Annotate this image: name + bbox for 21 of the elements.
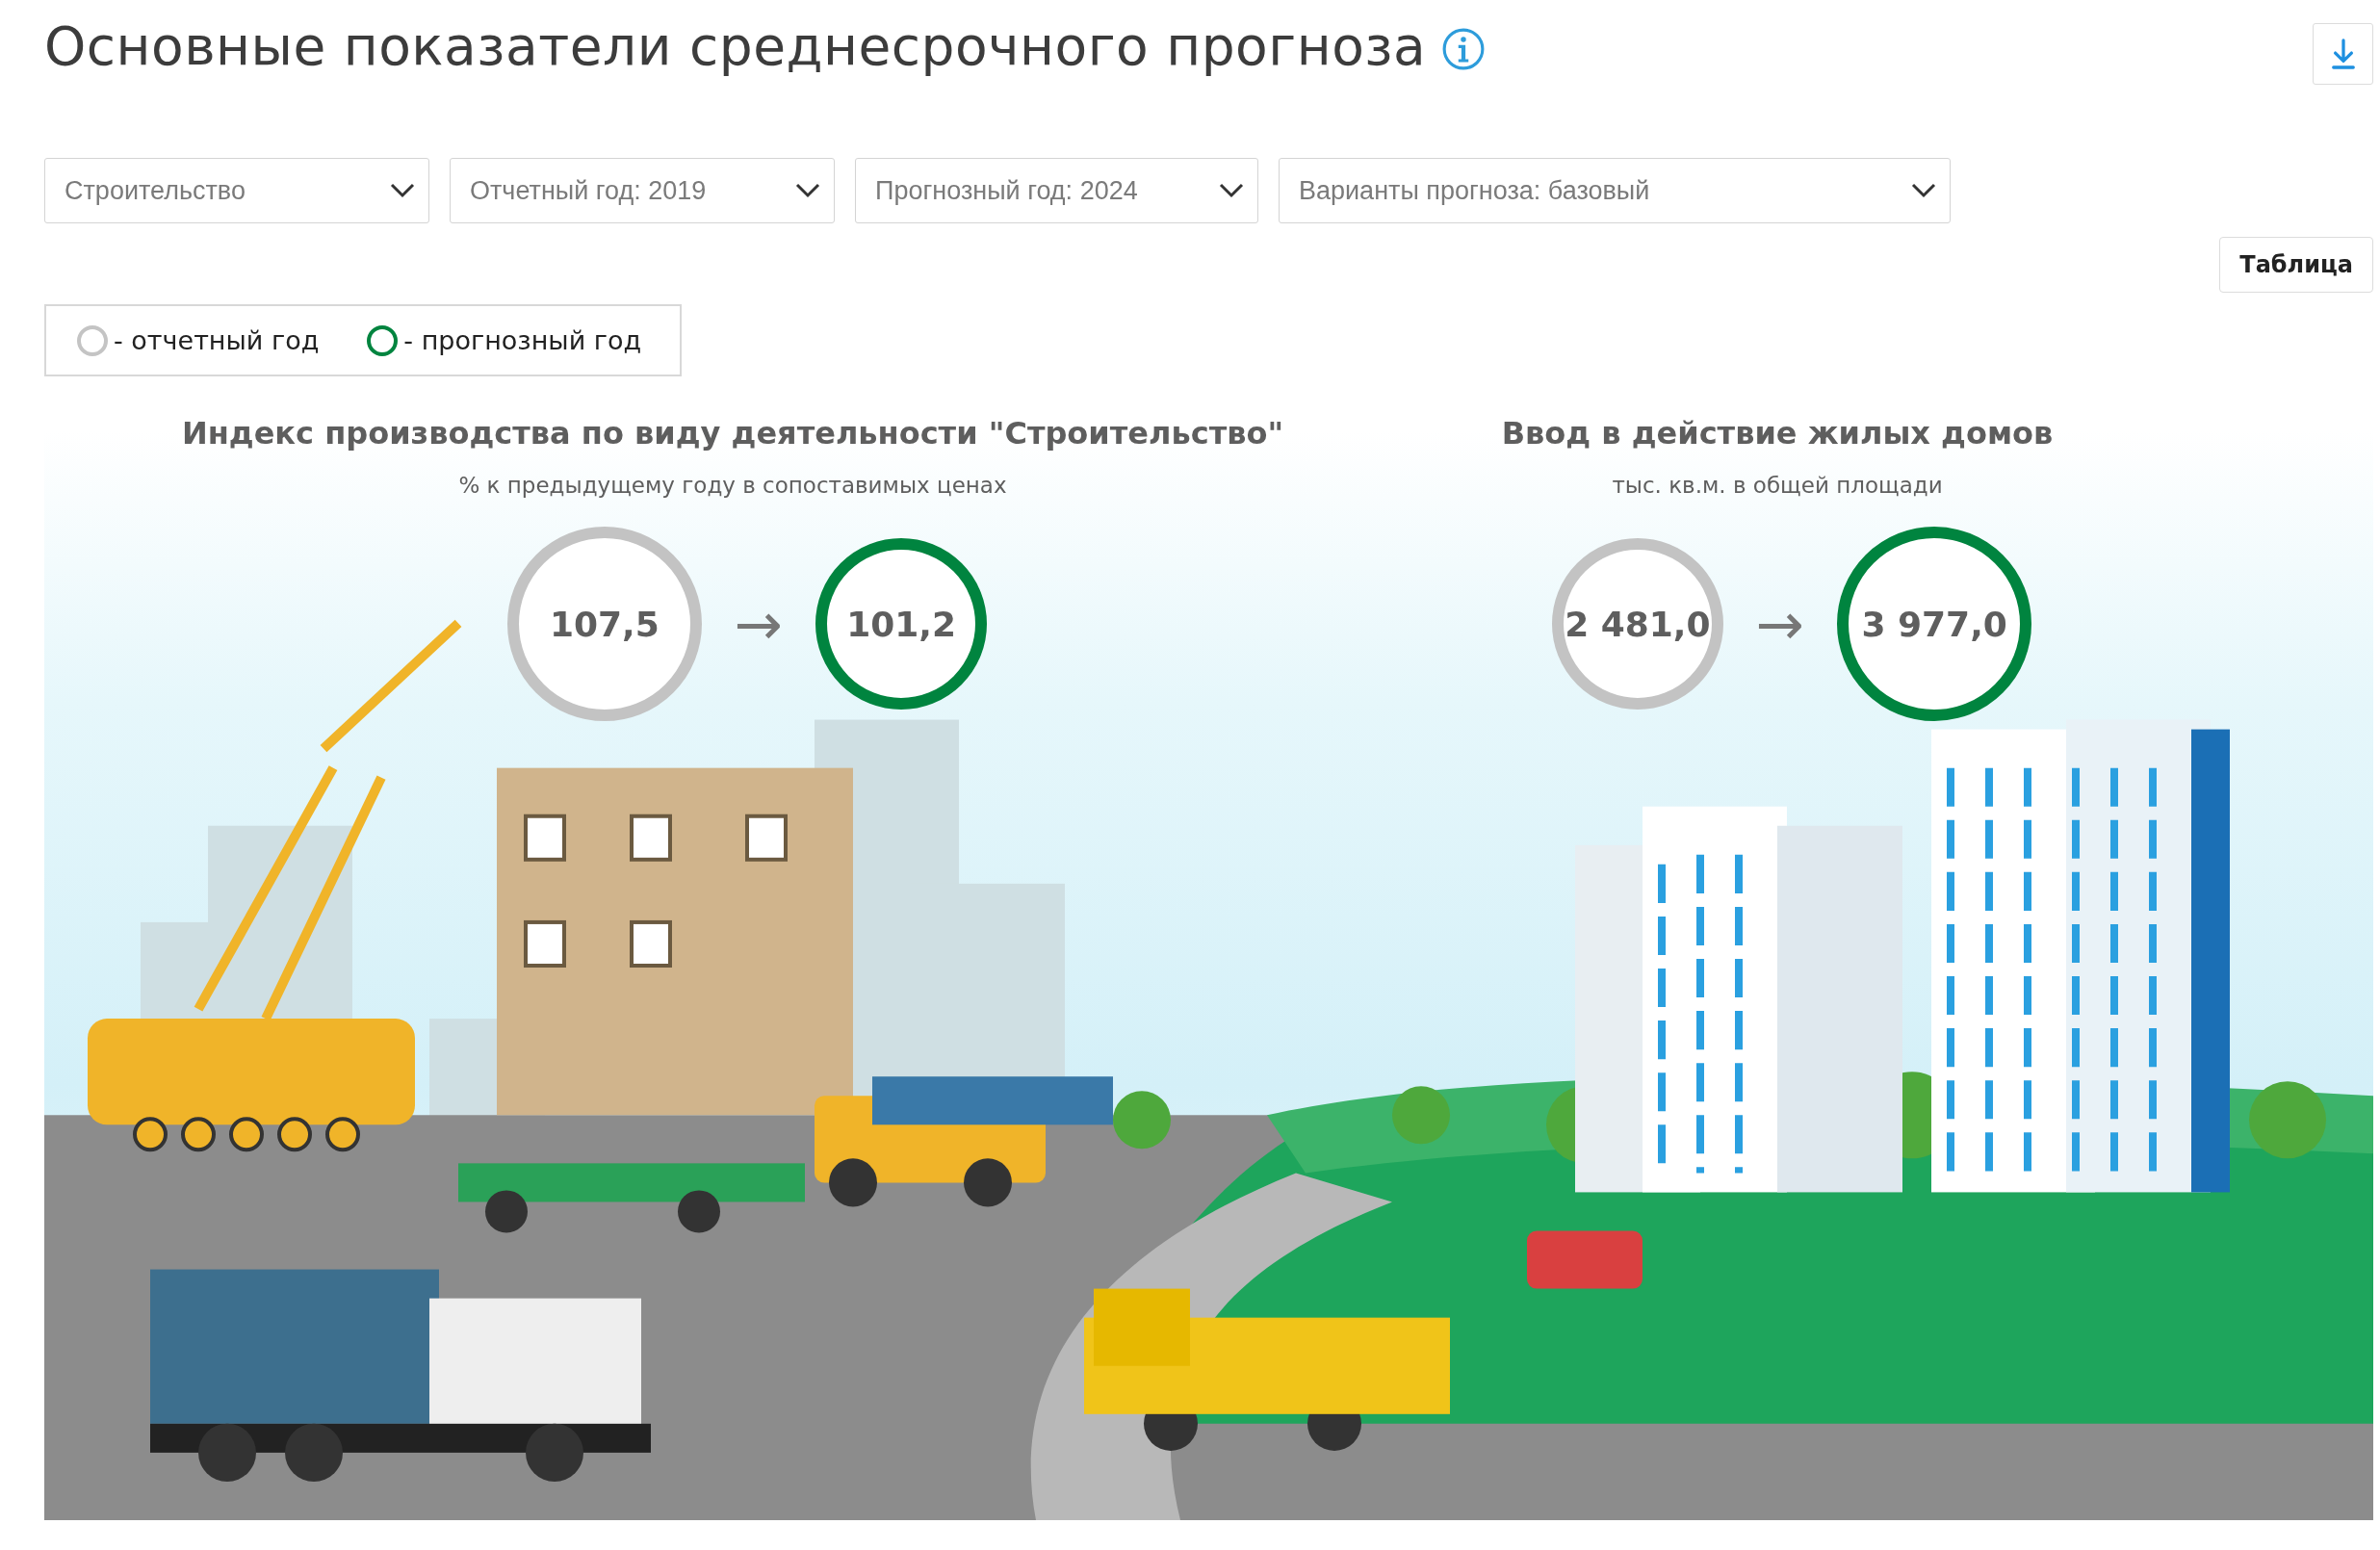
dropdown[interactable]: Прогнозный год: 2024 bbox=[855, 158, 1258, 223]
download-button[interactable] bbox=[2313, 23, 2373, 85]
chevron-down-icon bbox=[795, 183, 820, 198]
legend-label: - отчетный год bbox=[114, 325, 320, 355]
table-button[interactable]: Таблица bbox=[2219, 237, 2373, 293]
indicator-subtitle: % к предыдущему году в сопоставимых ценах bbox=[458, 473, 1007, 498]
page-title: Основные показатели среднесрочного прогноза bbox=[44, 15, 1427, 77]
chevron-down-icon bbox=[1219, 183, 1244, 198]
dropdown[interactable]: Отчетный год: 2019 bbox=[450, 158, 835, 223]
indicator-title: Индекс производства по виду деятельности "Строительство" bbox=[181, 415, 1284, 452]
indicator-title: Ввод в действие жилых домов bbox=[1501, 415, 2054, 452]
chevron-down-icon bbox=[1911, 183, 1936, 198]
arrow-icon: → bbox=[1755, 595, 1805, 653]
indicator-subtitle: тыс. кв.м. в общей площади bbox=[1612, 473, 1943, 498]
download-icon bbox=[2329, 37, 2357, 71]
dropdown[interactable]: Варианты прогноза: базовый bbox=[1279, 158, 1951, 223]
info-icon[interactable] bbox=[1441, 27, 1487, 71]
chevron-down-icon bbox=[390, 183, 415, 198]
legend-label: - прогнозный год bbox=[403, 325, 642, 355]
arrow-icon: → bbox=[734, 595, 784, 653]
dropdown[interactable]: Строительство bbox=[44, 158, 429, 223]
